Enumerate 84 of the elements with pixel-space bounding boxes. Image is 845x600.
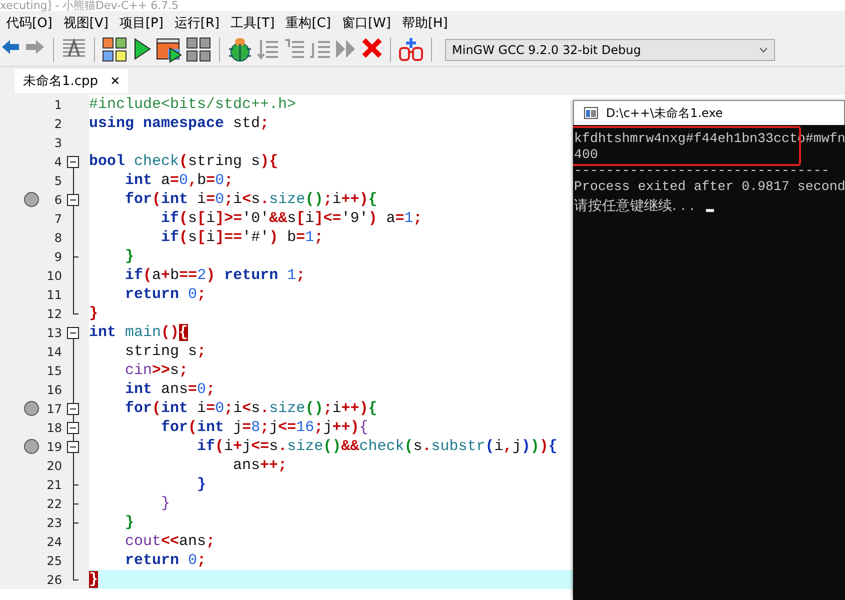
console-output-line: -------------------------------- [573, 163, 830, 179]
menu-item[interactable]: 运行[R] [170, 12, 227, 34]
code-line: for(int i=0;i<s.size();i++){ [124, 190, 378, 209]
fold-toggle-icon[interactable] [67, 403, 79, 415]
line-number: 5 [54, 174, 62, 188]
menu-item[interactable]: 窗口[W] [338, 12, 398, 34]
line-number: 11 [46, 288, 62, 302]
line-number: 16 [46, 382, 62, 396]
menu-item[interactable]: 重构[C] [282, 12, 338, 34]
menu-item[interactable]: 视图[V] [59, 12, 116, 34]
line-number: 23 [46, 516, 62, 530]
code-line: } [124, 247, 134, 266]
code-line: cout<<ans; [124, 532, 216, 551]
code-line: for(int i=0;i<s.size();i++){ [124, 399, 378, 418]
code-line: using namespace std; [89, 114, 270, 133]
code-line: cin>>s; [124, 361, 188, 380]
line-number: 13 [46, 326, 62, 340]
code-line: ans++; [232, 456, 288, 475]
code-line: } [196, 475, 206, 494]
code-line: int ans=0; [124, 380, 216, 399]
code-line: for(int j=8;j<=16;j++){ [160, 418, 368, 437]
code-line: } [124, 513, 134, 532]
line-number: 8 [54, 230, 62, 244]
breakpoint-icon[interactable] [24, 192, 39, 207]
code-line: return 0; [124, 551, 206, 570]
bug-icon[interactable] [227, 37, 253, 63]
menu-item[interactable]: 帮助[H] [398, 12, 455, 34]
line-number: 3 [54, 136, 62, 150]
menu-item[interactable]: 工具[T] [226, 12, 282, 34]
window-title: xecuting] - 小熊猫Dev-C++ 6.7.5 [0, 0, 179, 11]
compile-run-icon[interactable] [156, 37, 182, 63]
line-number: 24 [46, 534, 62, 548]
line-number: 14 [46, 344, 62, 358]
code-line: int a=0,b=0; [124, 171, 234, 190]
compile-grid-icon[interactable] [102, 37, 128, 63]
console-app-icon [584, 107, 598, 119]
rebuild-grid-icon[interactable] [186, 37, 212, 63]
console-title: D:\c++\未命名1.exe [606, 104, 723, 122]
code-line: } [160, 494, 170, 513]
line-number: 7 [54, 212, 62, 226]
run-icon[interactable] [132, 37, 152, 63]
line-number: 19 [46, 440, 62, 454]
line-number: 9 [54, 250, 62, 264]
menu-item[interactable]: 项目[P] [115, 12, 170, 34]
fold-toggle-icon[interactable] [67, 441, 79, 453]
menu-item[interactable]: 代码[O] [2, 12, 60, 34]
code-line: #include<bits/stdc++.h> [89, 95, 296, 114]
code-line: bool check(string s){ [89, 152, 278, 171]
line-number: 18 [46, 420, 62, 434]
line-number: 4 [54, 154, 62, 168]
code-line: if(s[i]=='#') b=1; [160, 228, 324, 247]
line-number: 17 [46, 402, 62, 416]
code-line: return 0; [124, 285, 206, 304]
code-line: if(s[i]>='0'&&s[i]<='9') a=1; [160, 209, 422, 228]
line-number: 12 [46, 306, 62, 320]
close-icon[interactable]: ✕ [110, 74, 120, 88]
glasses-icon[interactable] [398, 37, 424, 63]
file-tab[interactable]: 未命名1.cpp ✕ [15, 69, 128, 93]
line-number: 10 [46, 268, 62, 282]
code-line: } [89, 304, 98, 323]
fold-toggle-icon[interactable] [67, 194, 79, 206]
line-number: 1 [54, 98, 62, 112]
line-number: 6 [54, 192, 62, 206]
line-number: 21 [46, 478, 62, 492]
breakpoint-icon[interactable] [24, 401, 39, 416]
console-output-line: 请按任意键继续. . . [573, 198, 694, 214]
line-number: 26 [46, 572, 62, 586]
code-line: int main(){ [89, 323, 188, 342]
breakpoint-icon[interactable] [24, 439, 39, 454]
console-output-line: 400 [573, 147, 599, 163]
fold-toggle-icon[interactable] [67, 327, 79, 339]
chevron-down-icon [759, 47, 768, 53]
fold-toggle-icon[interactable] [67, 156, 79, 168]
line-number: 22 [46, 496, 62, 510]
line-number: 15 [46, 364, 62, 378]
line-number: 2 [54, 116, 62, 130]
line-number: 20 [46, 458, 62, 472]
compiler-dropdown[interactable]: MinGW GCC 9.2.0 32-bit Debug [445, 39, 775, 61]
code-line: if(a+b==2) return 1; [124, 266, 306, 285]
line-number: 25 [46, 554, 62, 568]
code-line: if(i+j<=s.size()&&check(s.substr(i,j))){ [196, 437, 558, 456]
fold-toggle-icon[interactable] [67, 422, 79, 434]
console-output-line: Process exited after 0.9817 second [573, 179, 845, 195]
code-line: string s; [124, 342, 206, 361]
